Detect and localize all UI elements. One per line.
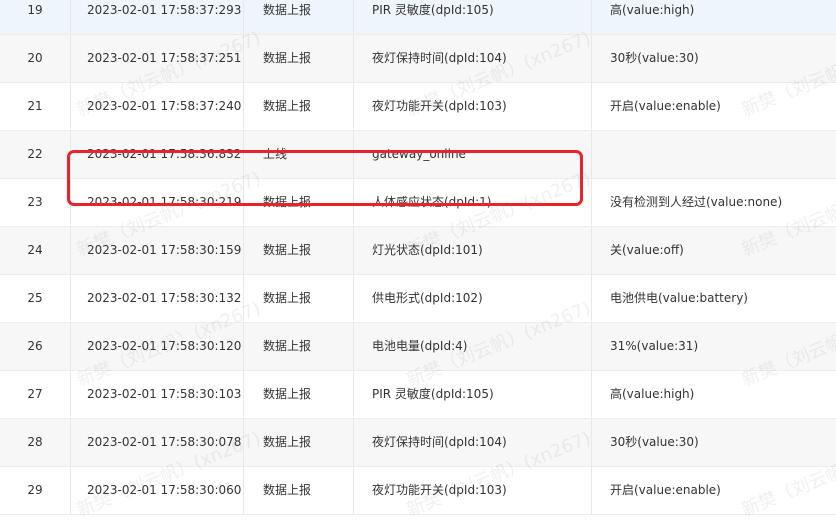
table-row[interactable]: 23 2023-02-01 17:58:30:219 数据上报 人体感应状态(d… [0,179,836,227]
row-value: 30秒(value:30) [610,435,699,449]
row-time: 2023-02-01 17:58:30:060 [87,483,242,497]
row-type: 数据上报 [263,387,312,401]
row-event: PIR 灵敏度(dpId:105) [372,387,494,401]
table-row[interactable]: 29 2023-02-01 17:58:30:060 数据上报 夜灯功能开关(d… [0,467,836,515]
row-time: 2023-02-01 17:58:30:120 [87,339,242,353]
row-index: 24 [27,243,43,257]
table-row[interactable]: 22 2023-02-01 17:58:36:832 上线 gateway_on… [0,131,836,179]
row-value: 没有检测到人经过(value:none) [610,195,783,209]
row-value: 31%(value:31) [610,339,699,353]
row-index: 29 [27,483,43,497]
row-value: 30秒(value:30) [610,51,699,65]
row-value [610,131,836,178]
table-row[interactable]: 25 2023-02-01 17:58:30:132 数据上报 供电形式(dpI… [0,275,836,323]
row-event: 夜灯保持时间(dpId:104) [372,435,507,449]
row-time: 2023-02-01 17:58:30:078 [87,435,242,449]
row-time: 2023-02-01 17:58:30:103 [87,387,242,401]
table-row[interactable]: 28 2023-02-01 17:58:30:078 数据上报 夜灯保持时间(d… [0,419,836,467]
row-value: 高(value:high) [610,387,695,401]
row-event: 夜灯功能开关(dpId:103) [372,99,507,113]
row-event: gateway_online [372,147,466,161]
row-type: 数据上报 [263,339,312,353]
row-index: 19 [27,3,43,17]
table-row[interactable]: 21 2023-02-01 17:58:37:240 数据上报 夜灯功能开关(d… [0,83,836,131]
row-index: 28 [27,435,43,449]
row-index: 20 [27,51,43,65]
row-index: 27 [27,387,43,401]
row-event: 夜灯保持时间(dpId:104) [372,51,507,65]
row-index: 26 [27,339,43,353]
row-index: 23 [27,195,43,209]
row-time: 2023-02-01 17:58:30:219 [87,195,242,209]
table-row[interactable]: 24 2023-02-01 17:58:30:159 数据上报 灯光状态(dpI… [0,227,836,275]
row-type: 数据上报 [263,243,312,257]
row-type: 数据上报 [263,99,312,113]
device-log-table: 19 2023-02-01 17:58:37:293 数据上报 PIR 灵敏度(… [0,0,836,515]
row-type: 数据上报 [263,483,312,497]
row-time: 2023-02-01 17:58:37:293 [87,3,242,17]
row-time: 2023-02-01 17:58:30:132 [87,291,242,305]
row-event: 电池电量(dpId:4) [372,339,468,353]
table-row[interactable]: 26 2023-02-01 17:58:30:120 数据上报 电池电量(dpI… [0,323,836,371]
row-index: 25 [27,291,43,305]
row-type: 数据上报 [263,51,312,65]
row-index: 21 [27,99,43,113]
row-type: 数据上报 [263,291,312,305]
row-type: 数据上报 [263,3,312,17]
row-time: 2023-02-01 17:58:36:832 [87,147,242,161]
row-value: 关(value:off) [610,243,684,257]
row-time: 2023-02-01 17:58:37:251 [87,51,242,65]
row-value: 开启(value:enable) [610,483,721,497]
row-time: 2023-02-01 17:58:30:159 [87,243,242,257]
row-value: 高(value:high) [610,3,695,17]
row-value: 电池供电(value:battery) [610,291,748,305]
row-event: 供电形式(dpId:102) [372,291,483,305]
row-event: 灯光状态(dpId:101) [372,243,483,257]
row-event: 夜灯功能开关(dpId:103) [372,483,507,497]
row-event: 人体感应状态(dpId:1) [372,195,492,209]
row-index: 22 [27,147,43,161]
table-row[interactable]: 20 2023-02-01 17:58:37:251 数据上报 夜灯保持时间(d… [0,35,836,83]
row-type: 上线 [263,147,288,161]
row-event: PIR 灵敏度(dpId:105) [372,3,494,17]
table-row[interactable]: 19 2023-02-01 17:58:37:293 数据上报 PIR 灵敏度(… [0,0,836,35]
row-time: 2023-02-01 17:58:37:240 [87,99,242,113]
table-row[interactable]: 27 2023-02-01 17:58:30:103 数据上报 PIR 灵敏度(… [0,371,836,419]
row-value: 开启(value:enable) [610,99,721,113]
row-type: 数据上报 [263,195,312,209]
row-type: 数据上报 [263,435,312,449]
